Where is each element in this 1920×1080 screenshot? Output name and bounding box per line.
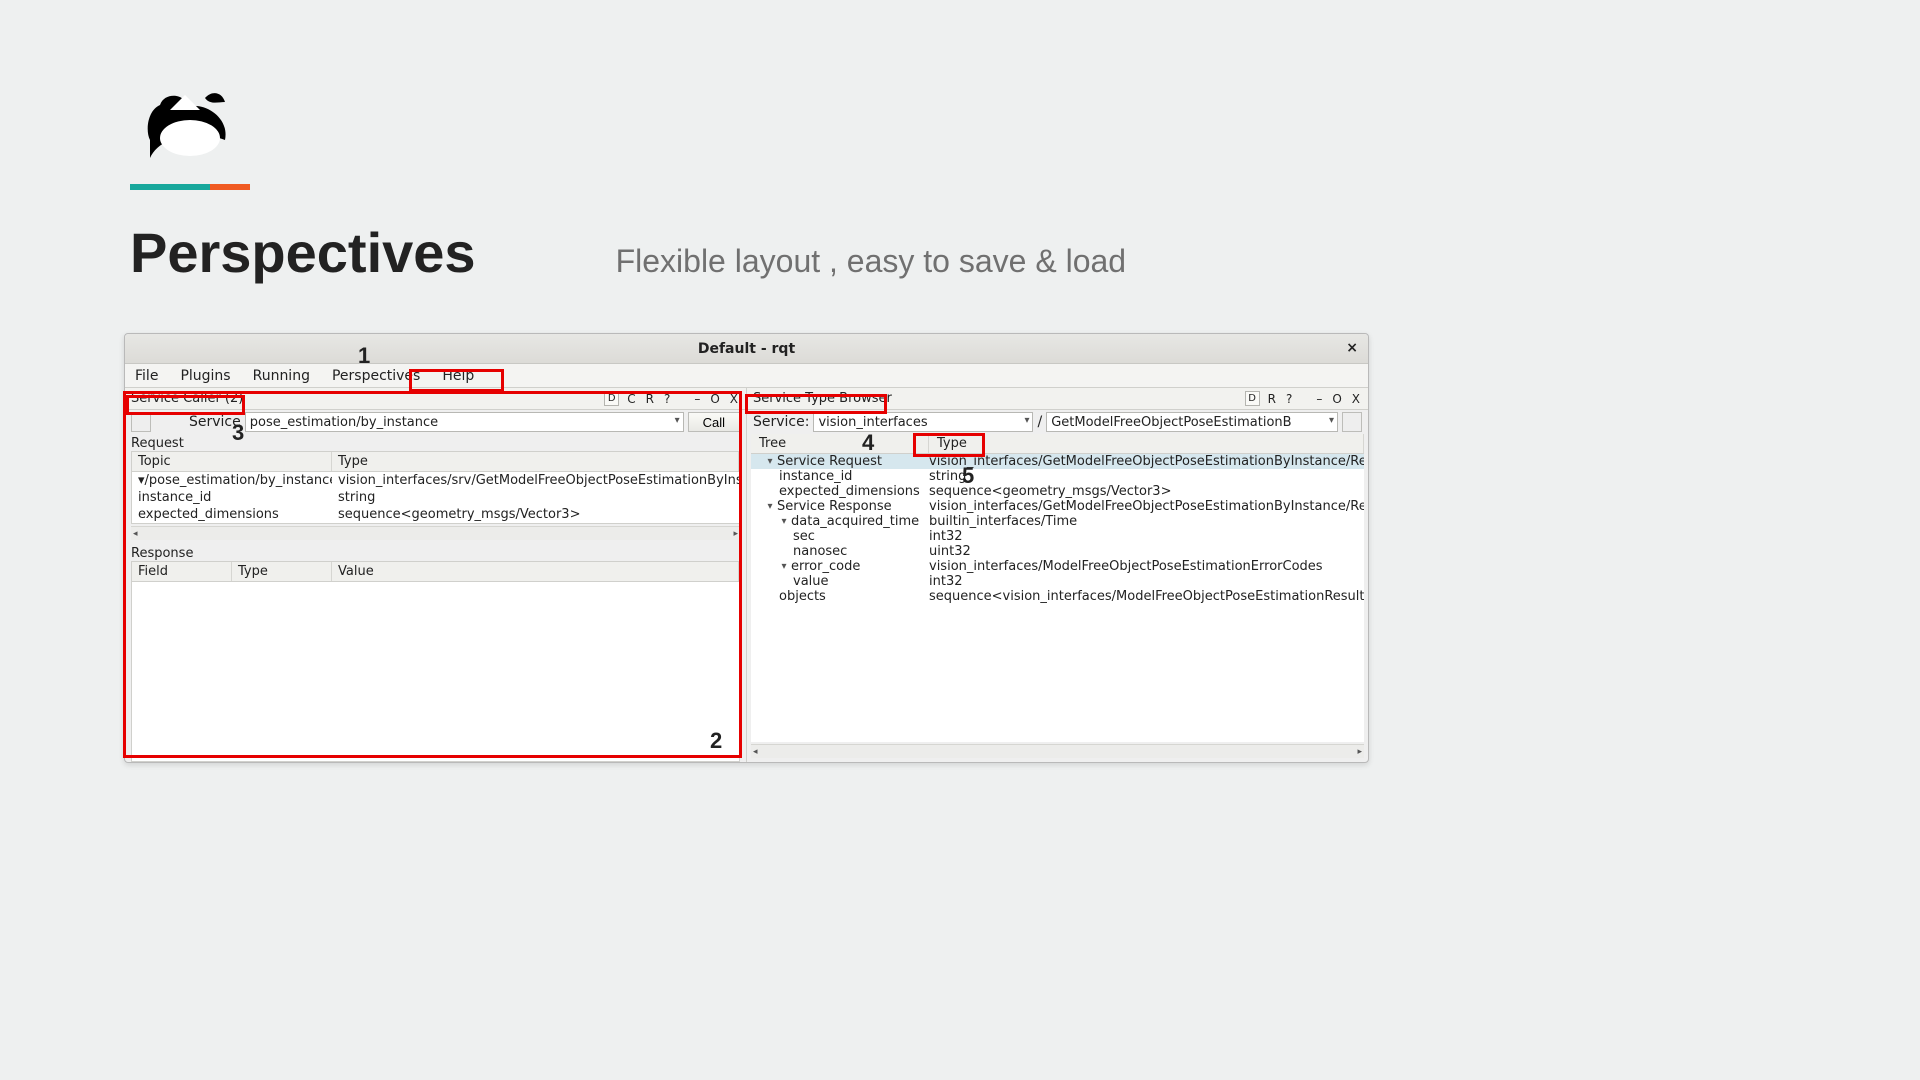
col-topic[interactable]: Topic — [132, 452, 332, 471]
panel-min-button[interactable]: – — [692, 392, 702, 406]
panel-close-button[interactable]: X — [1350, 392, 1362, 406]
panel-d-button[interactable]: D — [1245, 391, 1260, 406]
col-value[interactable]: Value — [332, 562, 739, 581]
type-tree: Tree Type ▾Service Requestvision_interfa… — [751, 434, 1364, 742]
tree-row[interactable]: expected_dimensionssequence<geometry_msg… — [751, 484, 1364, 499]
tree-row[interactable]: valueint32 — [751, 574, 1364, 589]
chevron-down-icon[interactable]: ▾ — [765, 501, 775, 512]
tree-row[interactable]: nanosecuint32 — [751, 544, 1364, 559]
h-scrollbar[interactable]: ◂▸ — [131, 526, 740, 540]
panel-close-button[interactable]: X — [728, 392, 740, 406]
service-type-browser-panel: Service Type Browser D R ? – O X Service… — [747, 388, 1368, 762]
tree-row[interactable]: ▾error_codevision_interfaces/ModelFreeOb… — [751, 559, 1364, 574]
table-row[interactable]: expected_dimensions sequence<geometry_ms… — [132, 506, 739, 523]
panel-r-button[interactable]: R — [644, 392, 656, 406]
slide-subtitle: Flexible layout , easy to save & load — [616, 243, 1127, 280]
panel-c-button[interactable]: C — [625, 392, 637, 406]
tree-row[interactable]: ▾data_acquired_timebuiltin_interfaces/Ti… — [751, 514, 1364, 529]
col-field[interactable]: Field — [132, 562, 232, 581]
logo — [130, 80, 250, 190]
service-caller-panel: Service Caller (2) D C R ? – O X Service… — [125, 388, 747, 762]
tree-row[interactable]: instance_idstring — [751, 469, 1364, 484]
chevron-down-icon[interactable]: ▾ — [779, 516, 789, 527]
annotation-number-4: 4 — [862, 430, 874, 456]
window-titlebar[interactable]: Default - rqt × — [125, 334, 1368, 364]
menu-plugins[interactable]: Plugins — [176, 366, 234, 386]
slash: / — [1037, 414, 1042, 430]
table-row[interactable]: instance_id string — [132, 489, 739, 506]
menubar: File Plugins Running Perspectives Help — [125, 364, 1368, 388]
col-tree[interactable]: Tree — [751, 434, 929, 453]
panel-d-button[interactable]: D — [604, 391, 619, 406]
slide-title: Perspectives — [130, 220, 476, 285]
service-label: Service: — [753, 414, 809, 430]
chevron-down-icon[interactable]: ▾ — [779, 561, 789, 572]
menu-running[interactable]: Running — [249, 366, 314, 386]
close-button[interactable]: × — [1346, 340, 1358, 356]
rqt-window: Default - rqt × File Plugins Running Per… — [124, 333, 1369, 763]
extra-button[interactable] — [1342, 412, 1362, 432]
whale-logo-icon — [130, 80, 250, 180]
h-scrollbar[interactable]: ◂▸ — [751, 744, 1364, 758]
annotation-number-5: 5 — [962, 463, 974, 489]
panel-float-button[interactable]: O — [708, 392, 721, 406]
panel-float-button[interactable]: O — [1330, 392, 1343, 406]
panel-r-button[interactable]: R — [1266, 392, 1278, 406]
request-label: Request — [125, 434, 746, 451]
tree-row[interactable]: ▾Service Responsevision_interfaces/GetMo… — [751, 499, 1364, 514]
table-row[interactable]: ▾/pose_estimation/by_instance vision_int… — [132, 472, 739, 489]
chevron-down-icon[interactable]: ▾ — [765, 456, 775, 467]
request-table: Topic Type ▾/pose_estimation/by_instance… — [131, 451, 740, 524]
package-selector[interactable]: vision_interfaces — [813, 412, 1033, 432]
tree-row[interactable]: ▾Service Requestvision_interfaces/GetMod… — [751, 454, 1364, 469]
col-type[interactable]: Type — [232, 562, 332, 581]
panel-help-button[interactable]: ? — [662, 392, 672, 406]
col-type[interactable]: Type — [332, 452, 739, 471]
panel-help-button[interactable]: ? — [1284, 392, 1294, 406]
panel-min-button[interactable]: – — [1314, 392, 1324, 406]
window-title: Default - rqt — [698, 341, 795, 357]
annotation-number-1: 1 — [358, 343, 370, 369]
service-selector[interactable]: pose_estimation/by_instance — [245, 412, 684, 432]
col-type[interactable]: Type — [929, 434, 1364, 453]
tree-row[interactable]: objectssequence<vision_interfaces/ModelF… — [751, 589, 1364, 604]
panel-title: Service Caller (2) — [131, 391, 598, 406]
annotation-number-3: 3 — [232, 420, 244, 446]
response-label: Response — [125, 544, 746, 561]
tree-row[interactable]: secint32 — [751, 529, 1364, 544]
call-button[interactable]: Call — [688, 412, 740, 432]
menu-perspectives[interactable]: Perspectives — [328, 366, 424, 386]
response-table: Field Type Value — [131, 561, 740, 762]
menu-help[interactable]: Help — [438, 366, 478, 386]
panel-title: Service Type Browser — [753, 391, 1239, 406]
menu-file[interactable]: File — [131, 366, 162, 386]
refresh-button[interactable] — [131, 412, 151, 432]
annotation-number-2: 2 — [710, 728, 722, 754]
service-type-selector[interactable]: GetModelFreeObjectPoseEstimationB — [1046, 412, 1338, 432]
